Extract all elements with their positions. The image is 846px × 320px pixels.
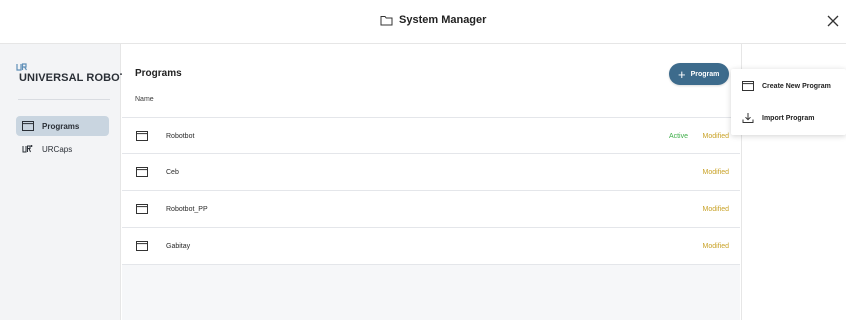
menu-item-label: Import Program bbox=[762, 114, 815, 122]
brand-name: UNIVERSAL ROBOTS bbox=[19, 72, 135, 84]
add-program-menu: Create New Program Import Program bbox=[731, 69, 846, 135]
import-icon bbox=[742, 113, 754, 123]
table-row[interactable]: Ceb Modified bbox=[122, 154, 740, 191]
program-file-icon bbox=[136, 167, 148, 177]
sidebar-item-programs[interactable]: Programs bbox=[16, 116, 109, 136]
close-icon[interactable] bbox=[824, 12, 842, 30]
new-program-icon bbox=[742, 81, 754, 91]
window-title: System Manager bbox=[399, 14, 487, 26]
column-header-name[interactable]: Name bbox=[135, 96, 154, 103]
program-name: Gabitay bbox=[166, 243, 191, 250]
status-badge: Modified bbox=[702, 206, 729, 213]
status-badge: Modified bbox=[702, 169, 729, 176]
folder-icon bbox=[380, 15, 393, 25]
menu-item-create-new-program[interactable]: Create New Program bbox=[731, 71, 846, 101]
program-file-icon bbox=[136, 131, 148, 141]
sidebar-item-urcaps[interactable]: URCaps bbox=[16, 139, 109, 159]
title-group: System Manager bbox=[380, 14, 486, 26]
menu-item-label: Create New Program bbox=[762, 82, 831, 90]
program-name: Robotbot_PP bbox=[166, 206, 208, 213]
plus-icon: + bbox=[678, 66, 686, 82]
program-file-icon bbox=[136, 204, 148, 214]
sidebar-item-label: Programs bbox=[42, 121, 80, 131]
sidebar-item-label: URCaps bbox=[42, 144, 73, 154]
program-name: Robotbot bbox=[166, 133, 195, 140]
status-badge: Modified bbox=[702, 243, 729, 250]
title-bar: System Manager bbox=[0, 0, 846, 44]
program-file-icon bbox=[136, 241, 148, 251]
programs-list: Robotbot Active Modified Ceb Modified Ro… bbox=[122, 117, 740, 265]
table-row[interactable]: Robotbot_PP Modified bbox=[122, 191, 740, 228]
add-program-label: Program bbox=[690, 70, 720, 78]
active-badge: Active bbox=[668, 133, 688, 140]
menu-item-import-program[interactable]: Import Program bbox=[731, 103, 846, 133]
table-row[interactable]: Gabitay Modified bbox=[122, 228, 740, 265]
programs-panel: Programs Name + Program Robotbot Active … bbox=[122, 44, 740, 320]
add-program-button[interactable]: + Program bbox=[669, 63, 729, 85]
sidebar: UNIVERSAL ROBOTS Programs URCaps bbox=[0, 44, 134, 320]
sidebar-divider bbox=[18, 99, 110, 100]
table-row[interactable]: Robotbot Active Modified bbox=[122, 117, 740, 154]
page-title: Programs bbox=[135, 68, 182, 79]
program-window-icon bbox=[22, 121, 34, 131]
urcaps-icon bbox=[22, 144, 33, 152]
status-badge: Modified bbox=[702, 133, 729, 140]
program-name: Ceb bbox=[166, 169, 179, 176]
